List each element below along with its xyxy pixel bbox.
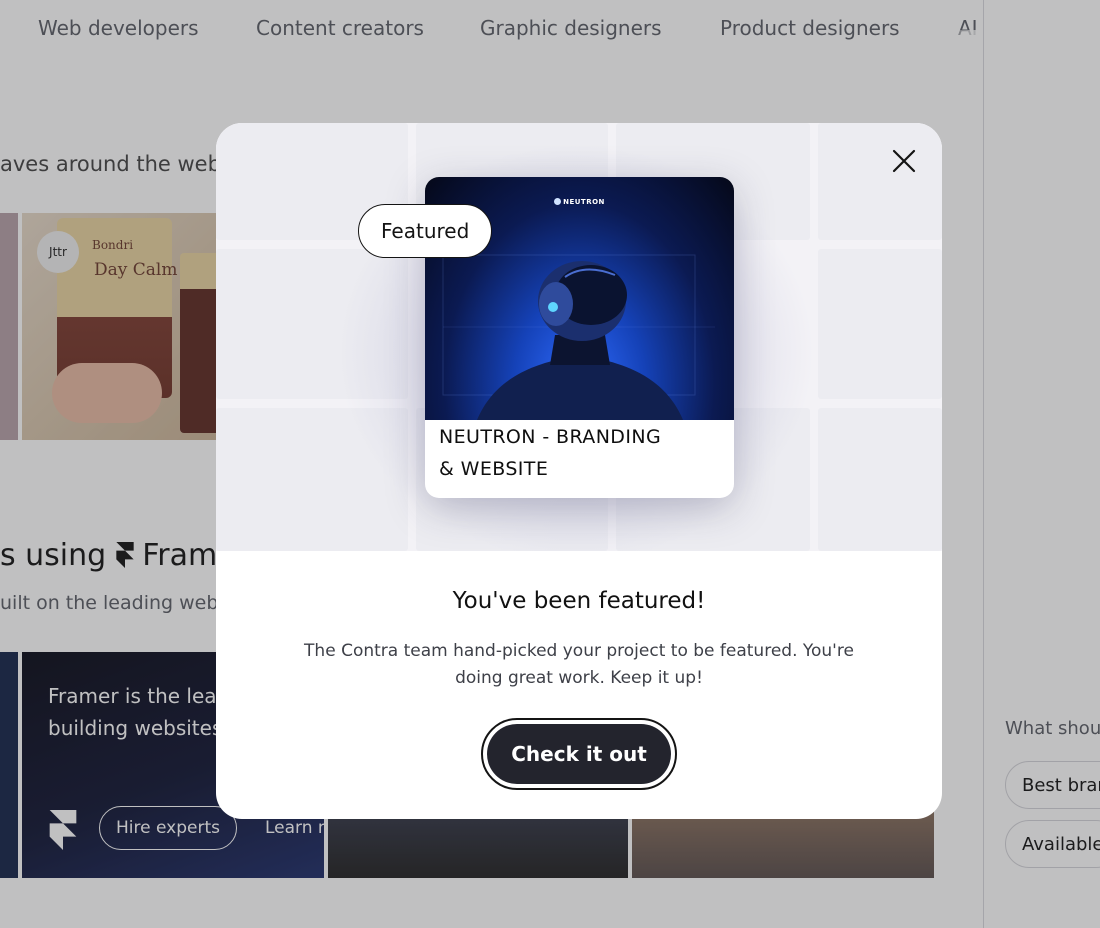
modal-hero: NEUTRON NEUTRON - BRANDING & WEBSITE Fea… [216,123,942,551]
project-title-line1: NEUTRON - BRANDING [439,426,662,448]
close-icon[interactable] [888,145,920,177]
modal-description: The Contra team hand-picked your project… [304,641,854,688]
grid-tile [818,408,942,551]
check-it-out-label: Check it out [487,724,671,784]
featured-badge: Featured [358,204,493,258]
project-title-line2: & WEBSITE [439,458,549,480]
project-title: NEUTRON - BRANDING & WEBSITE [439,421,699,485]
featured-modal: NEUTRON NEUTRON - BRANDING & WEBSITE Fea… [216,123,942,819]
check-it-out-button[interactable]: Check it out [481,718,677,790]
modal-heading: You've been featured! [452,588,706,614]
grid-tile [818,249,942,399]
grid-tile [818,123,942,240]
